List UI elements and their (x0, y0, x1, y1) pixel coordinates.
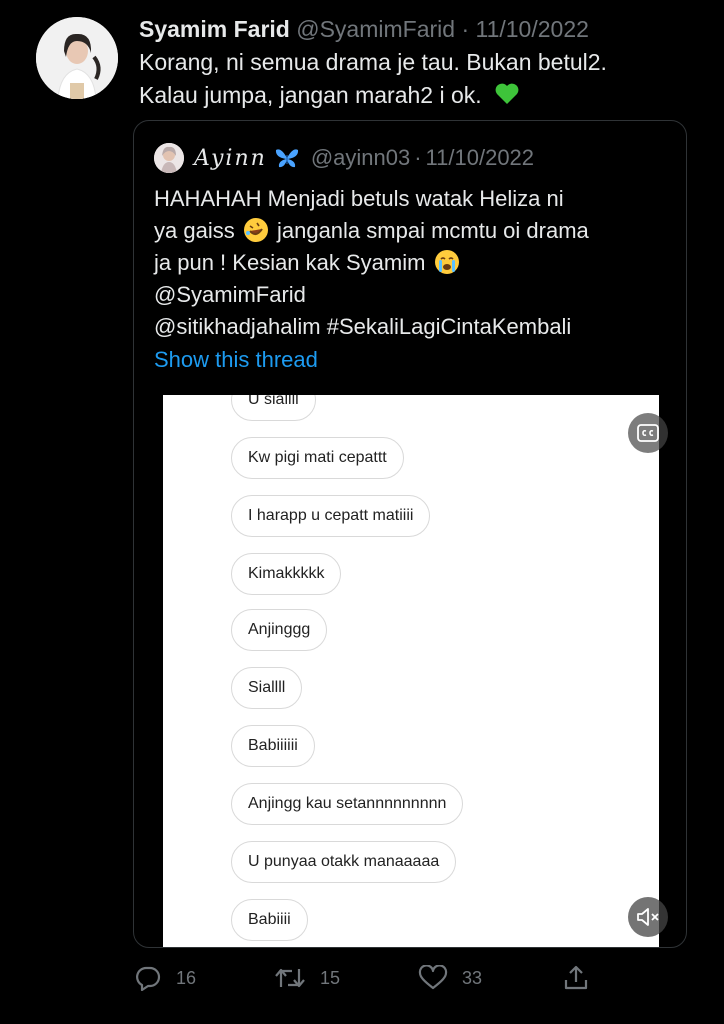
captions-button[interactable] (628, 413, 668, 453)
tweet-text: Korang, ni semua drama je tau. Bukan bet… (139, 46, 699, 112)
like-count: 33 (462, 967, 483, 988)
chat-bubble: Kimakkkkk (231, 553, 342, 595)
share-icon (564, 965, 588, 990)
chat-bubble: I harapp u cepatt matiiii (231, 495, 431, 537)
share-button[interactable] (562, 960, 604, 996)
crying-face-emoji-face (435, 251, 458, 273)
chat-bubble: U siallll (231, 395, 316, 421)
quoted-author-name[interactable]: Ayinn (194, 146, 267, 171)
chat-bubble: Anjingg kau setannnnnnnnn (231, 783, 464, 825)
quoted-tweet-text: HAHAHAH Menjadi betuls watak Heliza ni y… (154, 183, 674, 343)
author-handle[interactable]: @SyamimFarid (296, 16, 455, 42)
retweet-count: 15 (320, 967, 341, 988)
chat-bubble: Anjinggg (231, 609, 328, 651)
chat-screenshot: U siallll Kw pigi mati cepattt I harapp … (163, 395, 659, 947)
crying-face-emoji (434, 250, 459, 274)
quoted-line-2b: janganla smpai mcmtu oi drama (276, 218, 589, 243)
quoted-line-5[interactable]: @sitikhadjahalim #SekaliLagiCintaKembali (154, 311, 674, 343)
tweet-text-line2-wrap: Kalau jumpa, jangan marah2 i ok. (139, 79, 699, 112)
quoted-tweet-header: Ayinn @ayinn03 · 11/10/2022 (154, 143, 534, 173)
reply-count: 16 (176, 967, 197, 988)
quoted-line-1: HAHAHAH Menjadi betuls watak Heliza ni (154, 186, 564, 211)
quoted-author-avatar (154, 143, 184, 173)
tweet-text-line1: Korang, ni semua drama je tau. Bukan bet… (139, 49, 607, 75)
rofl-emoji (243, 218, 268, 242)
show-thread-link[interactable]: Show this thread (154, 347, 318, 373)
chat-bubble: U punyaa otakk manaaaaa (231, 841, 457, 883)
quoted-line-2: ya gaiss janganla smpai mcmtu oi drama (154, 215, 674, 247)
author-avatar[interactable] (36, 17, 118, 99)
quoted-line-2a: ya gaiss (154, 218, 235, 243)
quoted-avatar-image (154, 143, 184, 173)
retweet-icon (275, 968, 305, 988)
captions-icon (637, 424, 659, 442)
chat-bubble: Babiiii (231, 899, 308, 941)
chat-bubble: Kw pigi mati cepattt (231, 437, 404, 479)
chat-bubble: Siallll (231, 667, 303, 709)
quoted-author-handle[interactable]: @ayinn03 (311, 145, 410, 171)
tweet-text-line2: Kalau jumpa, jangan marah2 i ok. (139, 82, 482, 108)
speaker-muted-icon (637, 908, 659, 926)
reply-button[interactable]: 16 (134, 960, 196, 996)
like-button[interactable]: 33 (418, 960, 482, 996)
chat-bubble: Babiiiiii (231, 725, 315, 767)
quoted-line-3: ja pun ! Kesian kak Syamim (154, 247, 674, 279)
heart-icon (418, 965, 448, 990)
tweet-actions: 16 15 33 (134, 960, 594, 996)
header-separator: · (461, 16, 470, 42)
green-heart-icon (495, 83, 519, 104)
quoted-header-separator: · (414, 145, 422, 170)
butterfly-icon (275, 149, 298, 168)
tweet-header: Syamim Farid @SyamimFarid · 11/10/2022 (139, 14, 709, 44)
quoted-line-4[interactable]: @SyamimFarid (154, 279, 674, 311)
reply-icon (136, 966, 161, 991)
rofl-emoji-face (244, 219, 267, 241)
quoted-tweet[interactable]: Ayinn @ayinn03 · 11/10/2022 HAHAHAH Menj… (133, 120, 687, 948)
quoted-media-video[interactable]: U siallll Kw pigi mati cepattt I harapp … (163, 395, 659, 947)
quoted-line-3a: ja pun ! Kesian kak Syamim (154, 250, 426, 275)
tweet-date[interactable]: 11/10/2022 (476, 16, 589, 42)
mute-button[interactable] (628, 897, 668, 937)
author-avatar-image (36, 17, 118, 99)
author-name[interactable]: Syamim Farid (139, 16, 290, 42)
retweet-button[interactable]: 15 (274, 960, 340, 996)
quoted-tweet-date[interactable]: 11/10/2022 (426, 145, 534, 171)
